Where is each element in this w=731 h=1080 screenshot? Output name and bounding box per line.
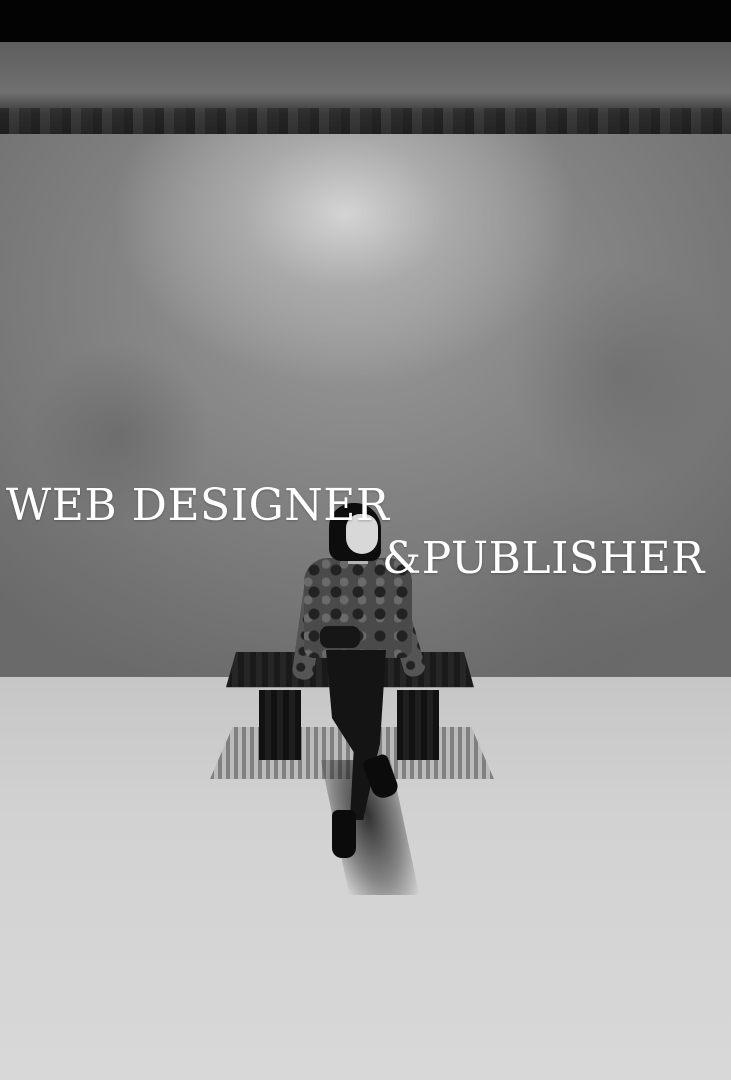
headline-line-1: WEB DESIGNER [6, 480, 390, 531]
ceiling [0, 42, 731, 134]
hero-photo: WEB DESIGNER &PUBLISHER [0, 0, 731, 1080]
boot-left [332, 810, 356, 858]
belt-bag [320, 626, 360, 648]
top-bar [0, 0, 731, 42]
headline-line-2: &PUBLISHER [382, 533, 705, 584]
